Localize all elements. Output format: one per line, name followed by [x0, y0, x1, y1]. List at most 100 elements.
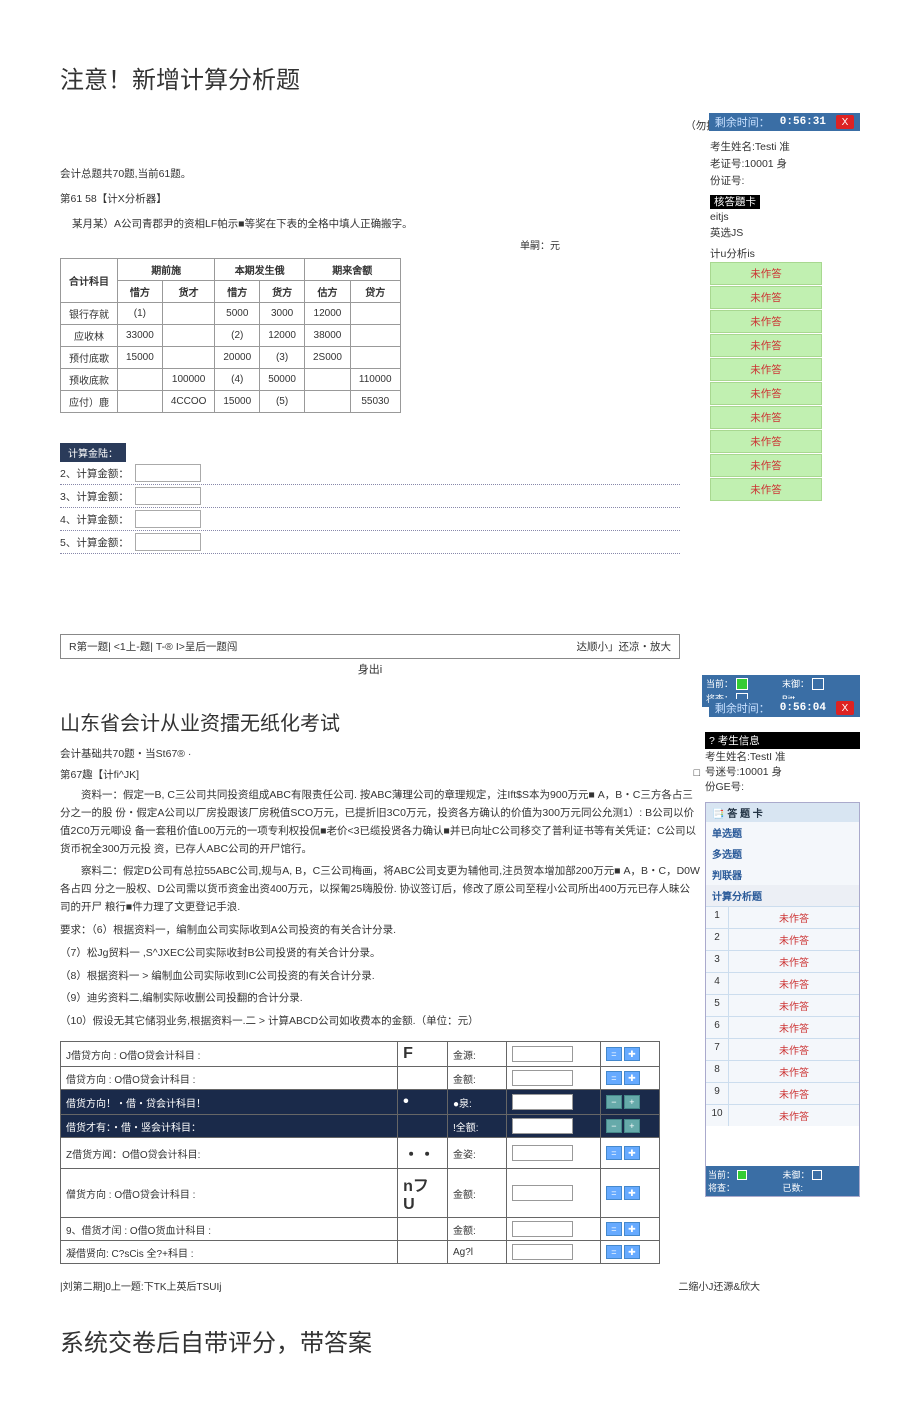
answer-card-item[interactable]: 3未作答: [706, 950, 859, 972]
timer-label: 剩余时间：: [715, 700, 770, 716]
item-status: 未作答: [729, 951, 859, 972]
row-btn-minus[interactable]: −: [606, 1095, 622, 1109]
nav-left[interactable]: R第一题| <1上-题| T-® I>呈后一题闯: [69, 639, 237, 654]
row-btn-minus[interactable]: =: [606, 1146, 622, 1160]
entry-label[interactable]: 凝借贤向: C?sCis 全?+科目 :: [61, 1241, 398, 1264]
entry-label[interactable]: J借贷方向 : O借O贷会计科目 :: [61, 1042, 398, 1067]
answer-card-row[interactable]: 未作答: [710, 310, 822, 333]
amount-input[interactable]: [512, 1185, 573, 1201]
timer-time: 0:56:31: [780, 116, 826, 128]
answer-card-item[interactable]: 10未作答: [706, 1104, 859, 1126]
mark-icon[interactable]: □: [694, 767, 700, 782]
calc-input[interactable]: [135, 464, 201, 482]
table-cell: 应付）鹿: [61, 391, 118, 413]
amount-input[interactable]: [512, 1070, 573, 1086]
answer-card-row[interactable]: 未作答: [710, 334, 822, 357]
entry-label[interactable]: 借货方向！・借・贷会计科目！: [61, 1090, 398, 1115]
table-row: 预收底款100000(4)50000110000: [61, 369, 401, 391]
table-cell: 33000: [118, 325, 163, 347]
cat-judge[interactable]: 判联器: [706, 864, 859, 885]
entry-amount-label: ●泉:: [447, 1090, 506, 1115]
answer-card-item[interactable]: 1未作答: [706, 906, 859, 928]
entry-glyph: [398, 1115, 448, 1138]
entry-label[interactable]: 借贷方向 : O借O贷会计科目 :: [61, 1067, 398, 1090]
requirement-line: （8）根据资料一 > 编制血公司实际收到IC公司投资的有关合计分录.: [60, 968, 700, 986]
amount-input[interactable]: [512, 1145, 573, 1161]
amount-input[interactable]: [512, 1118, 573, 1134]
amount-input[interactable]: [512, 1221, 573, 1237]
answer-card-row[interactable]: 未作答: [710, 286, 822, 309]
entry-row: Z借货方闻：O借O贷会计科目:・・金姿:=✚: [61, 1138, 660, 1169]
answer-card-row[interactable]: 未作答: [710, 478, 822, 501]
amount-input[interactable]: [512, 1094, 573, 1110]
cat-multi[interactable]: 多选题: [706, 843, 859, 864]
entry-table: J借贷方向 : O借O贷会计科目 :F金源:=✚借贷方向 : O借O贷会计科目 …: [60, 1041, 660, 1264]
answer-card-row[interactable]: 未作答: [710, 406, 822, 429]
close-icon[interactable]: X: [836, 115, 854, 129]
calc-input[interactable]: [135, 510, 201, 528]
item-number: 2: [706, 929, 729, 950]
card-line[interactable]: 英选JS: [710, 225, 860, 240]
row-btn-minus[interactable]: =: [606, 1222, 622, 1236]
row-btn-minus[interactable]: =: [606, 1071, 622, 1085]
entry-amount-label: 金额:: [447, 1169, 506, 1218]
row-btn-minus[interactable]: =: [606, 1245, 622, 1259]
ledger-table: 合计科目期前施本期发生俄期来舍额 惜方货才惜方货方估方贷方 银行存就(1)500…: [60, 258, 401, 413]
card-line[interactable]: eitjs: [710, 211, 860, 223]
row-btn-plus[interactable]: ✚: [624, 1146, 640, 1160]
row-btn-minus[interactable]: =: [606, 1186, 622, 1200]
table-cell: (3): [260, 347, 305, 369]
answer-card-row[interactable]: 未作答: [710, 358, 822, 381]
footer-nav-right[interactable]: 二缩小J还源&欣大: [678, 1278, 760, 1293]
entry-label[interactable]: 9、借货才闰 : O借O货血计科目 :: [61, 1218, 398, 1241]
row-btn-plus[interactable]: ✚: [624, 1186, 640, 1200]
cat-calc[interactable]: 计算分析题: [706, 885, 859, 906]
answer-card-item[interactable]: 4未作答: [706, 972, 859, 994]
answer-card-item[interactable]: 8未作答: [706, 1060, 859, 1082]
amount-input[interactable]: [512, 1244, 573, 1260]
item-status: 未作答: [729, 973, 859, 994]
answer-card-row[interactable]: 未作答: [710, 262, 822, 285]
answer-card-item[interactable]: 9未作答: [706, 1082, 859, 1104]
calc-label: 5、计算金额：: [60, 535, 129, 550]
table-cell: (4): [215, 369, 260, 391]
answer-card-row[interactable]: 未作答: [710, 430, 822, 453]
row-btn-plus[interactable]: +: [624, 1119, 640, 1133]
question-heading: 第61 58【计X分析器】: [60, 191, 680, 206]
entry-buttons: =✚: [600, 1042, 659, 1067]
table-cell: [162, 325, 215, 347]
answer-card-item[interactable]: 5未作答: [706, 994, 859, 1016]
row-btn-plus[interactable]: ✚: [624, 1071, 640, 1085]
row-btn-plus[interactable]: ✚: [624, 1222, 640, 1236]
examinee-info-header: ? 考生信息: [705, 732, 860, 749]
requirement-line: （10）假设无其它储羽业务,根据资料一.二 > 计算ABCD公司如收费本的金额.…: [60, 1013, 700, 1031]
footer-nav-left[interactable]: |刘第二期]0上一题:下TK上英后TSUIj: [60, 1278, 222, 1293]
answer-card-row[interactable]: 未作答: [710, 382, 822, 405]
entry-label[interactable]: 僧货方向 : O借O贷会计科目 :: [61, 1169, 398, 1218]
calc-input[interactable]: [135, 533, 201, 551]
row-btn-plus[interactable]: ✚: [624, 1047, 640, 1061]
table-cell: (2): [215, 325, 260, 347]
entry-label[interactable]: Z借货方闻：O借O贷会计科目:: [61, 1138, 398, 1169]
foot-unans: 未御：: [783, 1168, 810, 1181]
cat-single[interactable]: 单选题: [706, 822, 859, 843]
answer-card-item[interactable]: 2未作答: [706, 928, 859, 950]
close-icon[interactable]: X: [836, 701, 854, 715]
row-btn-plus[interactable]: ✚: [624, 1245, 640, 1259]
pager-text: 会计基础共70题・当St67® ·: [60, 746, 700, 761]
row-btn-minus[interactable]: =: [606, 1047, 622, 1061]
amount-input[interactable]: [512, 1046, 573, 1062]
entry-amount-label: 金额:: [447, 1218, 506, 1241]
answer-card-item[interactable]: 7未作答: [706, 1038, 859, 1060]
nav-right[interactable]: 达顺小」还凉・放大: [577, 639, 672, 654]
nav-center[interactable]: 身出i: [60, 661, 680, 677]
row-btn-plus[interactable]: +: [624, 1095, 640, 1109]
answer-card-row[interactable]: 未作答: [710, 454, 822, 477]
card-blank-area: [706, 1126, 859, 1166]
entry-label[interactable]: 借货才有：・借・竖会计科目：: [61, 1115, 398, 1138]
answer-card-item[interactable]: 6未作答: [706, 1016, 859, 1038]
calc-input-row: 4、计算金额：: [60, 508, 680, 531]
row-btn-minus[interactable]: −: [606, 1119, 622, 1133]
calc-input[interactable]: [135, 487, 201, 505]
entry-glyph: •: [398, 1090, 448, 1115]
